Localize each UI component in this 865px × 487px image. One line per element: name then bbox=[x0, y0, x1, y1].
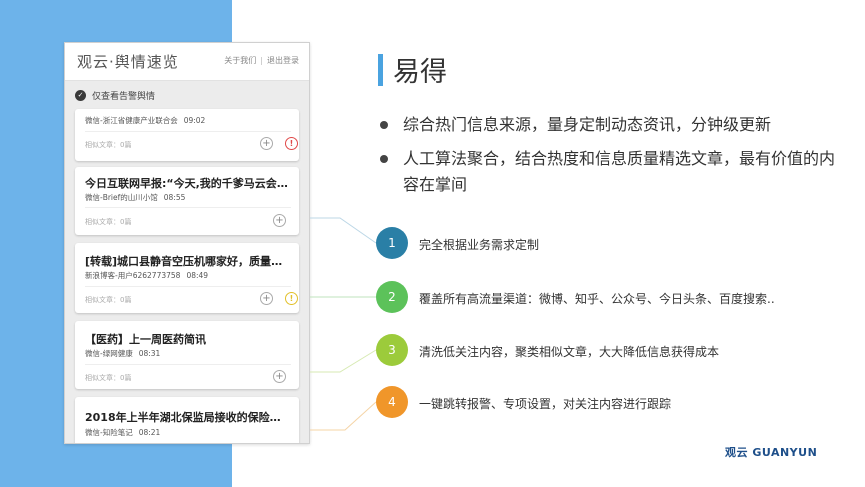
section-title: 易得 bbox=[393, 57, 447, 88]
connector-line-1 bbox=[310, 217, 377, 244]
logout-link[interactable]: 退出登录 bbox=[267, 56, 299, 65]
phone-mockup: 观云·舆情速览 关于我们 | 退出登录 ✓ 仅查看告警舆情 微信-浙江省健康产业联合… bbox=[64, 42, 310, 444]
card-source: 新浪博客-用户6262773758 08:49 bbox=[85, 271, 209, 280]
connector-line-3 bbox=[310, 349, 377, 373]
feature-text: 完全根据业务需求定制 bbox=[419, 238, 540, 252]
bullet-dot bbox=[380, 155, 388, 163]
similar-articles-label: 相似文章：0篇 bbox=[85, 141, 132, 149]
card-time: 08:21 bbox=[138, 428, 161, 437]
feature-text: 一键跳转报警、专项设置，对关注内容进行跟踪 bbox=[419, 397, 672, 411]
bullet-item: 综合热门信息来源，量身定制动态资讯，分钟级更新 bbox=[380, 112, 840, 138]
card-title: [转载]城口县静音空压机哪家好，质量好的… bbox=[85, 255, 291, 268]
card-time: 08:55 bbox=[163, 193, 186, 202]
article-card[interactable]: 2018年上半年湖北保监局接收的保险消费… 微信-知险笔记 08:21 bbox=[75, 397, 299, 443]
bullet-text: 综合热门信息来源，量身定制动态资讯，分钟级更新 bbox=[403, 115, 772, 134]
card-divider bbox=[85, 364, 291, 365]
feature-text: 覆盖所有高流量渠道：微博、知乎、公众号、今日头条、百度搜索.. bbox=[419, 292, 775, 306]
bullet-item: 人工算法聚合，结合热度和信息质量精选文章，最有价值的内容在掌间 bbox=[380, 146, 840, 198]
header-links: 关于我们 | 退出登录 bbox=[224, 55, 299, 66]
add-icon[interactable]: + bbox=[273, 214, 286, 227]
about-link[interactable]: 关于我们 bbox=[224, 56, 256, 65]
feature-number-circle: 1 bbox=[376, 227, 408, 259]
bullet-dot bbox=[380, 121, 388, 129]
article-card[interactable]: 今日互联网早报:“今天,我的千爹马云会宣… 微信-Brief的山川小馆 08:55… bbox=[75, 167, 299, 235]
filter-label: 仅查看告警舆情 bbox=[92, 92, 156, 102]
header-separator: | bbox=[260, 56, 263, 65]
article-card[interactable]: [转载]城口县静音空压机哪家好，质量好的… 新浪博客-用户6262773758 0… bbox=[75, 243, 299, 313]
card-time: 08:49 bbox=[186, 271, 209, 280]
feature-text: 清洗低关注内容，聚类相似文章，大大降低信息获得成本 bbox=[419, 345, 720, 359]
card-time: 08:31 bbox=[138, 349, 161, 358]
warning-icon[interactable]: ! bbox=[285, 292, 298, 305]
card-source: 微信-绿网健康 08:31 bbox=[85, 349, 161, 358]
card-source: 微信-浙江省健康产业联合会 09:02 bbox=[85, 116, 206, 125]
add-icon[interactable]: + bbox=[273, 370, 286, 383]
alert-icon[interactable]: ! bbox=[285, 137, 298, 150]
card-title: 今日互联网早报:“今天,我的千爹马云会宣… bbox=[85, 177, 291, 190]
card-title: 【医药】上一周医药简讯 bbox=[85, 333, 206, 346]
app-title: 观云·舆情速览 bbox=[77, 53, 179, 71]
app-header: 观云·舆情速览 关于我们 | 退出登录 bbox=[65, 43, 309, 81]
card-source: 微信-知险笔记 08:21 bbox=[85, 428, 161, 437]
brand-logo: 观云 GUANYUN bbox=[725, 446, 818, 459]
bullet-text: 人工算法聚合，结合热度和信息质量精选文章，最有价值的内容在掌间 bbox=[403, 149, 836, 194]
connector-line-4 bbox=[310, 401, 377, 431]
article-card[interactable]: 【医药】上一周医药简讯 微信-绿网健康 08:31 相似文章：0篇 + bbox=[75, 321, 299, 389]
card-title: 2018年上半年湖北保监局接收的保险消费… bbox=[85, 411, 291, 424]
similar-articles-label: 相似文章：0篇 bbox=[85, 218, 132, 226]
feature-number-circle: 2 bbox=[376, 281, 408, 313]
section-accent-bar bbox=[378, 54, 383, 86]
similar-articles-label: 相似文章：0篇 bbox=[85, 296, 132, 304]
card-divider bbox=[85, 207, 291, 208]
similar-articles-label: 相似文章：0篇 bbox=[85, 374, 132, 382]
check-circle-icon[interactable]: ✓ bbox=[75, 90, 86, 101]
card-divider bbox=[85, 131, 291, 132]
card-time: 09:02 bbox=[183, 116, 206, 125]
alert-filter[interactable]: ✓ 仅查看告警舆情 bbox=[75, 89, 155, 102]
add-icon[interactable]: + bbox=[260, 292, 273, 305]
article-card[interactable]: 微信-浙江省健康产业联合会 09:02 相似文章：0篇 + ! bbox=[75, 109, 299, 161]
add-icon[interactable]: + bbox=[260, 137, 273, 150]
card-divider bbox=[85, 286, 291, 287]
feature-number-circle: 4 bbox=[376, 386, 408, 418]
feature-number-circle: 3 bbox=[376, 334, 408, 366]
card-source: 微信-Brief的山川小馆 08:55 bbox=[85, 193, 186, 202]
